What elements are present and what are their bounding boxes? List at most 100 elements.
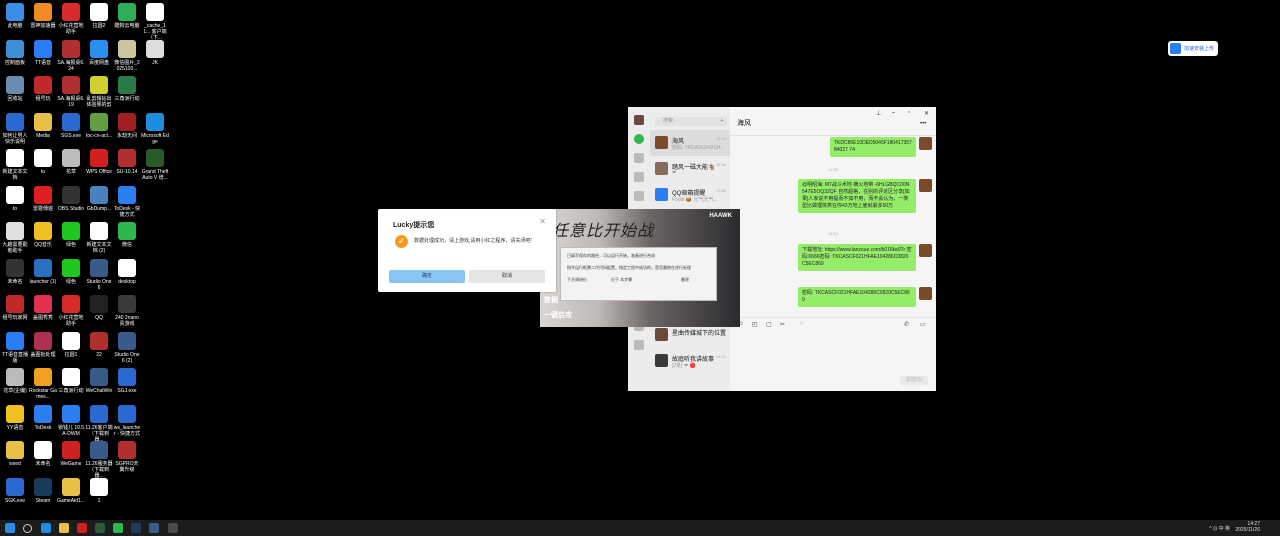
desktop-icon[interactable]: 三角洲行动 bbox=[113, 76, 141, 102]
desktop-icon[interactable]: Studio One 6 bbox=[85, 258, 113, 291]
desktop-icon[interactable]: 小红花营地助手 bbox=[57, 3, 85, 35]
menu-nav-icon[interactable] bbox=[634, 340, 644, 350]
start-icon[interactable] bbox=[5, 523, 15, 533]
desktop-icon[interactable]: 240 2nano 贵游戏 bbox=[113, 295, 141, 327]
cancel-button[interactable]: 取消 bbox=[469, 270, 545, 283]
desktop-icon[interactable]: QQ音乐 bbox=[29, 222, 57, 248]
desktop-icon[interactable]: Rockstar Games... bbox=[29, 368, 57, 400]
moments-nav-icon[interactable] bbox=[634, 191, 644, 201]
desktop-icon[interactable]: toc-cn-act... bbox=[85, 112, 113, 139]
desktop-icon[interactable]: 1 bbox=[85, 477, 113, 504]
desktop-icon[interactable]: TT语音直播版 bbox=[1, 331, 29, 364]
game-menu-launch[interactable]: 一键启攻 bbox=[544, 310, 572, 320]
desktop-icon[interactable]: TT语音 bbox=[29, 39, 57, 66]
call-icon[interactable]: ✆ bbox=[904, 321, 909, 328]
send-button[interactable]: 发送(S) bbox=[900, 376, 928, 385]
desktop-icon[interactable]: 九趣需要勤勉助手 bbox=[1, 222, 29, 254]
desktop-icon[interactable]: SGS.exe bbox=[57, 112, 85, 139]
desktop-icon[interactable]: 新建文本文档 (2) bbox=[85, 222, 113, 254]
desktop-icon[interactable]: GbDump... bbox=[85, 185, 113, 212]
desktop-icon[interactable]: 盖图批处理 bbox=[29, 331, 57, 358]
desktop-icon[interactable]: 此电脑 bbox=[1, 3, 29, 29]
desktop-icon[interactable]: Media bbox=[29, 112, 57, 139]
desktop-icon[interactable]: to bbox=[1, 185, 29, 212]
desktop-icon[interactable]: SGJ.exe bbox=[113, 368, 141, 394]
conversation-item[interactable]: QQ邮箱提醒 Foodi 📦 元气元气... 13:56 bbox=[650, 182, 730, 208]
desktop-icon[interactable]: WPS Office bbox=[85, 149, 113, 175]
desktop-icon[interactable]: QQ bbox=[85, 295, 113, 321]
desktop-icon[interactable]: 乱剪辑钻出体验果的剪 bbox=[85, 76, 113, 108]
desktop-icon[interactable]: SGPRO天翼升级 bbox=[113, 441, 141, 473]
desktop-icon[interactable]: WeChatWin bbox=[85, 368, 113, 394]
desktop-icon[interactable]: ToDesk bbox=[29, 404, 57, 431]
desktop-icon[interactable]: Microsoft Edge bbox=[141, 112, 169, 145]
desktop-icon[interactable]: Studio One 6 (2) bbox=[113, 331, 141, 364]
message-avatar[interactable] bbox=[919, 244, 932, 257]
game-taskbar-icon[interactable] bbox=[168, 523, 178, 533]
desktop-icon[interactable]: 拉圆2 bbox=[85, 3, 113, 29]
desktop-icon[interactable]: 微信 bbox=[113, 222, 141, 248]
steam-taskbar-icon[interactable] bbox=[131, 523, 141, 533]
favorites-nav-icon[interactable] bbox=[634, 172, 644, 182]
confirm-button[interactable]: 确定 bbox=[389, 270, 465, 283]
contacts-nav-icon[interactable] bbox=[634, 153, 644, 163]
conversation-item[interactable]: 海风 密码: TKCASCF021H... 14:14 bbox=[650, 130, 730, 156]
search-icon[interactable] bbox=[23, 524, 32, 533]
conversation-item[interactable]: 踏风一磁大能🐐 ❤ 14:06 bbox=[650, 156, 730, 182]
file-icon[interactable]: ◰ bbox=[752, 321, 758, 328]
chat-nav-icon[interactable] bbox=[634, 134, 644, 144]
close-button[interactable]: ✕ bbox=[924, 110, 929, 117]
message-bubble[interactable]: @明昭海: M7战斗术地 横火地带 -6HLGBQC00N547E5OQ32QF… bbox=[798, 179, 916, 213]
desktop-icon[interactable]: OBS Studio bbox=[57, 185, 85, 212]
scissors-icon[interactable]: ✂ bbox=[780, 321, 785, 328]
explorer-taskbar-icon[interactable] bbox=[59, 523, 69, 533]
desktop-icon[interactable]: Grand Theft Auto V 增... bbox=[141, 149, 169, 181]
desktop-icon[interactable]: SA.海报桌6.24 bbox=[57, 39, 85, 72]
desktop-icon[interactable]: Steam bbox=[29, 477, 57, 504]
desktop-icon[interactable]: YY语音 bbox=[1, 404, 29, 431]
desktop-icon[interactable]: 未命名 bbox=[29, 441, 57, 467]
subdialog-option-2[interactable]: 位于 本步骤 bbox=[611, 277, 632, 283]
desktop-icon[interactable]: _cache_11... 客户端（下... bbox=[141, 3, 169, 41]
wechat-taskbar-icon[interactable] bbox=[113, 523, 123, 533]
desktop-icon[interactable]: ToDesk - 快捷方式 bbox=[113, 185, 141, 218]
desktop-icon[interactable]: 绿色 bbox=[57, 258, 85, 285]
message-avatar[interactable] bbox=[919, 287, 932, 300]
close-icon[interactable]: ✕ bbox=[539, 217, 546, 226]
clock[interactable]: 14:27 2025/11/26 bbox=[1235, 521, 1260, 533]
studio-taskbar-icon[interactable] bbox=[149, 523, 159, 533]
desktop-icon[interactable]: 酷狗云电脑 bbox=[113, 3, 141, 29]
maximize-button[interactable]: ▫ bbox=[908, 110, 910, 116]
message-bubble[interactable]: TKDC86E10DED5045F18041735784027 74 bbox=[830, 137, 916, 157]
conversation-item[interactable]: 故庭听我讲故事 [2条] ❤ 🔴 14:01 bbox=[650, 348, 730, 374]
wps-taskbar-icon[interactable] bbox=[77, 523, 87, 533]
edge-taskbar-icon[interactable] bbox=[41, 523, 51, 533]
video-icon[interactable]: ▭ bbox=[920, 321, 926, 328]
desktop-icon[interactable]: WeGame bbox=[57, 441, 85, 467]
game-menu-data[interactable]: 数据 bbox=[544, 295, 558, 305]
message-avatar[interactable] bbox=[919, 137, 932, 150]
desktop-icon[interactable]: 控制面板 bbox=[1, 39, 29, 66]
desktop-icon[interactable]: 如何让男人快乐说明 bbox=[1, 112, 29, 145]
desktop-icon[interactable]: launcher (1) bbox=[29, 258, 57, 285]
desktop-icon[interactable]: GameAid1... bbox=[57, 477, 85, 504]
user-avatar[interactable] bbox=[634, 115, 644, 125]
desktop-icon[interactable]: 锁钱儿 10.5A-DWM bbox=[57, 404, 85, 437]
desktop-icon[interactable]: 绿色 bbox=[57, 222, 85, 248]
desktop-icon[interactable]: 盖图秀秀 bbox=[29, 295, 57, 321]
desktop-icon[interactable]: SU-10.14 bbox=[113, 149, 141, 175]
box-icon[interactable]: ▢ bbox=[766, 321, 772, 328]
desktop-icon[interactable]: SGK.exe bbox=[1, 477, 29, 504]
desktop-icon[interactable]: 微信图片_2025100... bbox=[113, 39, 141, 72]
desktop-icon[interactable]: 三角洲行动 bbox=[57, 368, 85, 394]
desktop-icon[interactable]: 花草(企编) bbox=[1, 368, 29, 394]
desktop-icon[interactable]: 租号玩家网 bbox=[1, 295, 29, 321]
desktop-icon[interactable]: 小红花营地助手 bbox=[57, 295, 85, 327]
pin-icon[interactable]: ⊥ bbox=[876, 110, 881, 117]
delta-taskbar-icon[interactable] bbox=[95, 523, 105, 533]
subdialog-delete[interactable]: 删除 bbox=[681, 277, 689, 283]
desktop-icon[interactable]: ws_launcher - 快捷方式 bbox=[113, 404, 141, 437]
desktop-icon[interactable]: 拉圆1 bbox=[57, 331, 85, 358]
search-input[interactable]: 搜索 + bbox=[655, 117, 727, 126]
desktop-icon[interactable]: 11.26客户端（下载到器... bbox=[85, 404, 113, 443]
